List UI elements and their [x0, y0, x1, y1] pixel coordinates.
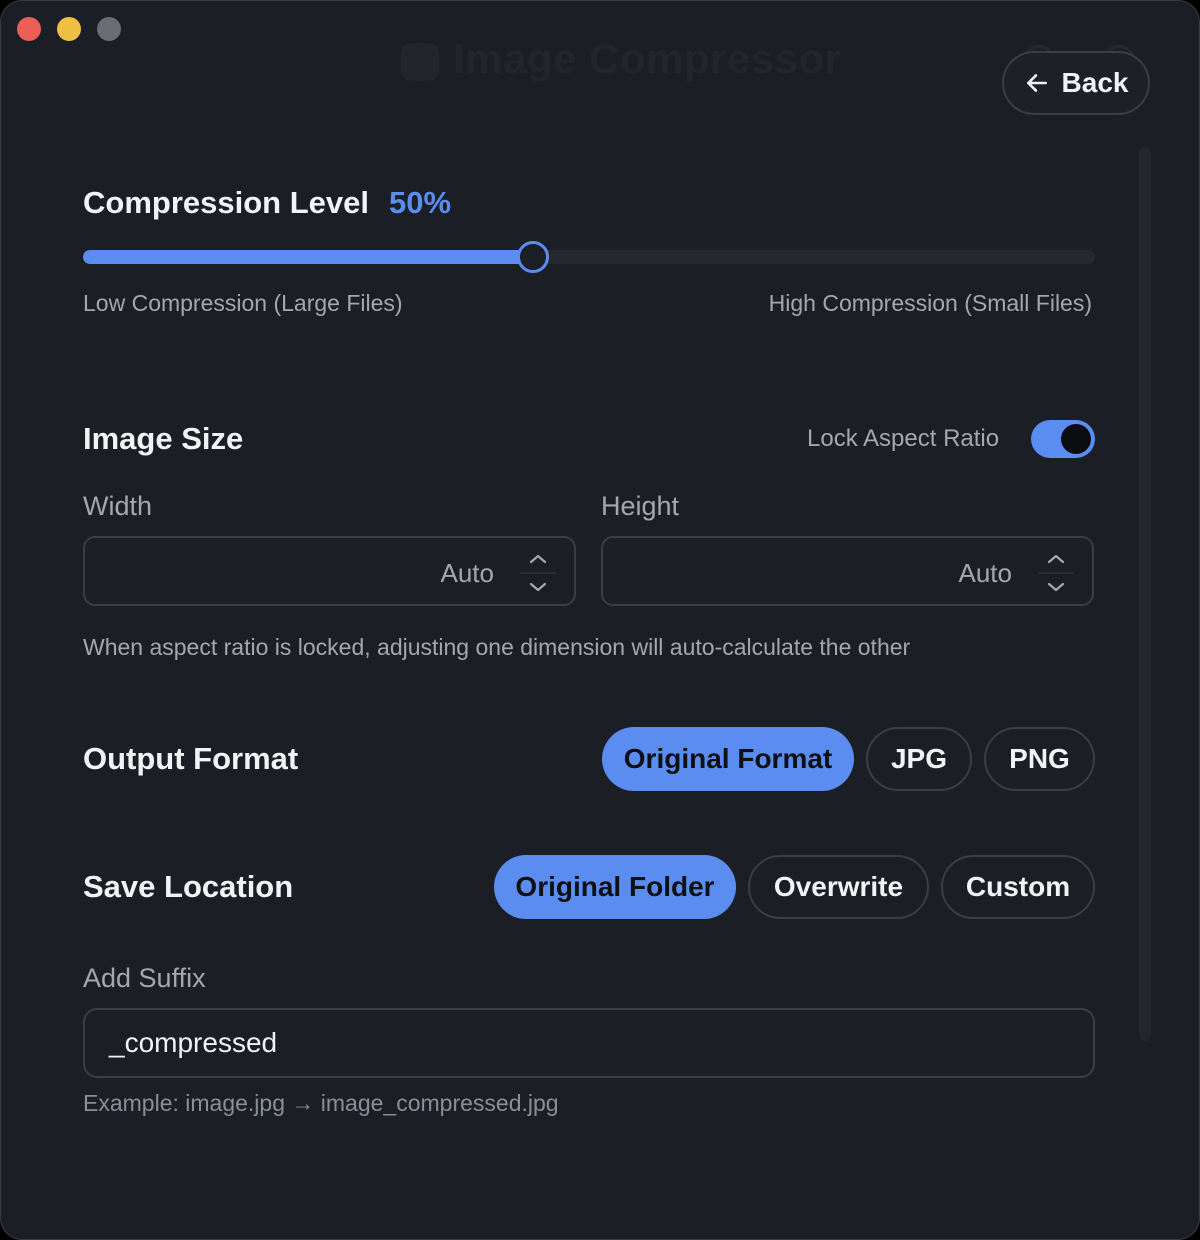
compression-value: 50%: [389, 185, 452, 220]
window-controls: [17, 17, 121, 41]
image-size-title: Image Size: [83, 421, 244, 456]
height-input[interactable]: Auto: [601, 536, 1094, 606]
width-input[interactable]: Auto: [83, 536, 576, 606]
save-option-custom[interactable]: Custom: [941, 855, 1095, 919]
lock-aspect-label: Lock Aspect Ratio: [807, 425, 1000, 452]
save-location-title: Save Location: [83, 869, 294, 904]
back-button[interactable]: Back: [1002, 51, 1150, 115]
height-stepper-icon[interactable]: [1037, 548, 1075, 598]
width-stepper-icon[interactable]: [519, 548, 557, 598]
compression-title: Compression Level: [83, 185, 369, 220]
high-compression-label: High Compression (Small Files): [768, 290, 1092, 316]
scrollbar[interactable]: [1139, 147, 1151, 1041]
window-title-obscured: Image Compressor: [401, 35, 841, 83]
suffix-example: Example: image.jpg → image_compressed.jp…: [83, 1090, 559, 1116]
close-window-button[interactable]: [17, 17, 41, 41]
save-option-overwrite[interactable]: Overwrite: [748, 855, 929, 919]
suffix-label: Add Suffix: [83, 963, 206, 993]
back-button-label: Back: [1061, 67, 1129, 98]
aspect-ratio-hint: When aspect ratio is locked, adjusting o…: [83, 634, 911, 660]
low-compression-label: Low Compression (Large Files): [83, 290, 403, 316]
format-option-original[interactable]: Original Format: [602, 727, 854, 791]
minimize-window-button[interactable]: [57, 17, 81, 41]
lock-aspect-toggle[interactable]: [1031, 420, 1095, 458]
suffix-value: _compressed: [109, 1027, 278, 1058]
width-value: Auto: [440, 558, 495, 588]
compression-slider-thumb[interactable]: [517, 241, 549, 273]
arrow-left-icon: [1026, 74, 1047, 92]
toggle-knob: [1061, 424, 1091, 454]
compression-slider-fill: [83, 250, 533, 264]
height-value: Auto: [958, 558, 1013, 588]
format-option-png[interactable]: PNG: [984, 727, 1095, 791]
app-window: Image Compressor Back Compression Level …: [0, 0, 1200, 1240]
width-label: Width: [83, 491, 153, 521]
zoom-window-button[interactable]: [97, 17, 121, 41]
app-logo-icon: [401, 42, 439, 81]
height-label: Height: [601, 491, 680, 521]
save-option-original-folder[interactable]: Original Folder: [494, 855, 736, 919]
format-option-jpg[interactable]: JPG: [866, 727, 972, 791]
output-format-title: Output Format: [83, 741, 299, 776]
suffix-input[interactable]: _compressed: [83, 1008, 1095, 1078]
